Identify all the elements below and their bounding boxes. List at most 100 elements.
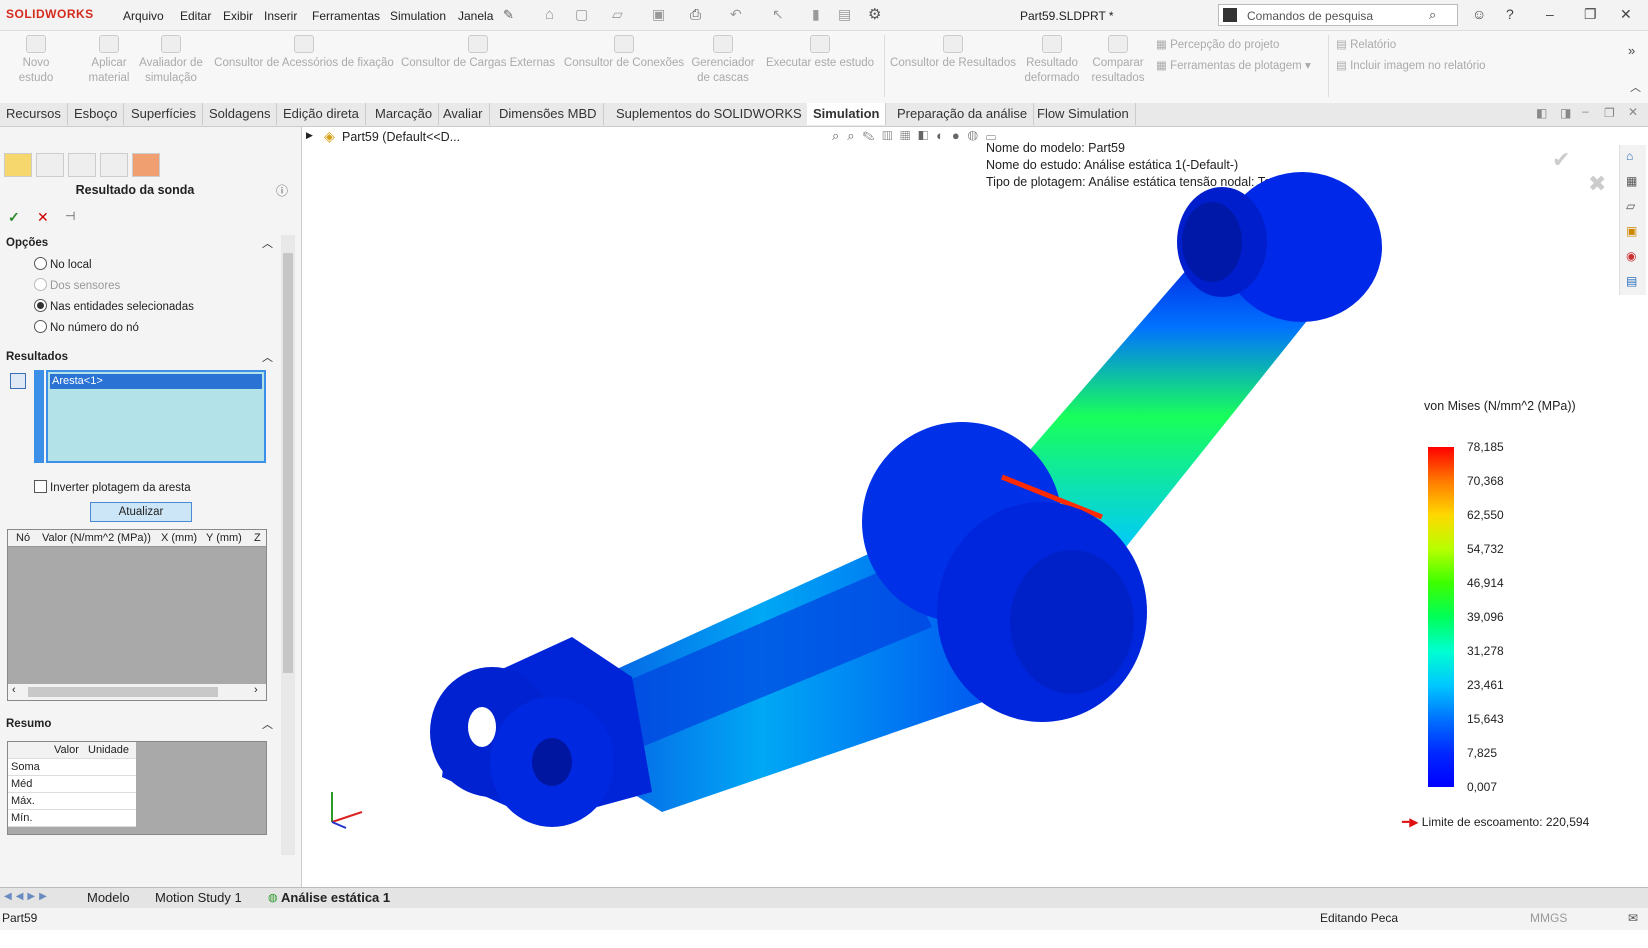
scroll-thumb[interactable]: [28, 687, 218, 697]
checkbox[interactable]: [34, 480, 47, 493]
collapse-chevron-icon[interactable]: ︿: [262, 716, 273, 732]
configuration-manager-tab-icon[interactable]: [68, 153, 96, 177]
view-palette-icon[interactable]: ▣: [1626, 224, 1637, 238]
tab-esboco[interactable]: Esboço: [68, 103, 125, 125]
open-icon[interactable]: ▱: [612, 6, 623, 23]
option-nas-entidades[interactable]: Nas entidades selecionadas: [34, 299, 194, 313]
save-icon[interactable]: ▣: [652, 6, 665, 23]
collapse-chevron-icon[interactable]: ︿: [262, 235, 273, 251]
include-image-button[interactable]: ▤ Incluir imagem no relatório: [1336, 58, 1486, 72]
run-study-button[interactable]: Executar este estudo: [760, 35, 880, 71]
shell-manager-button[interactable]: Gerenciador de cascas: [690, 35, 756, 86]
horizontal-scrollbar[interactable]: ‹ ›: [8, 684, 266, 700]
scroll-thumb[interactable]: [283, 253, 293, 673]
appearances-icon[interactable]: ◉: [1626, 249, 1636, 263]
cancel-x-icon[interactable]: ✖: [1588, 171, 1606, 197]
avaliador-simulacao-button[interactable]: Avaliador de simulação: [138, 35, 204, 86]
pin-icon[interactable]: ✎: [503, 7, 514, 23]
file-properties-icon[interactable]: ▤: [838, 6, 851, 23]
home-icon[interactable]: ⌂: [545, 6, 554, 23]
new-document-icon[interactable]: ▢: [575, 6, 588, 23]
selected-entity[interactable]: Aresta<1>: [50, 374, 262, 389]
connections-advisor-button[interactable]: Consultor de Conexões: [560, 35, 688, 71]
plot-tools-button[interactable]: ▦ Ferramentas de plotagem ▾: [1156, 58, 1311, 72]
radio-button[interactable]: [34, 257, 47, 270]
option-no-local[interactable]: No local: [34, 257, 92, 271]
vertical-scrollbar[interactable]: [281, 235, 295, 855]
menu-inserir[interactable]: Inserir: [264, 9, 297, 23]
aplicar-material-button[interactable]: Aplicar material: [82, 35, 136, 86]
radio-button[interactable]: [34, 320, 47, 333]
tab-dimensoes-mbd[interactable]: Dimensões MBD: [493, 103, 604, 125]
design-insight-button[interactable]: ▦ Percepção do projeto: [1156, 37, 1279, 51]
collapse-chevron-icon[interactable]: ︿: [1630, 79, 1641, 95]
design-library-icon[interactable]: ▦: [1626, 174, 1637, 188]
doc-restore-icon[interactable]: ❐: [1604, 106, 1615, 120]
tree-expand-icon[interactable]: ▶: [306, 130, 313, 141]
confirm-check-icon[interactable]: ✔: [1552, 147, 1570, 173]
select-icon[interactable]: ↖: [772, 6, 784, 23]
pane-collapse-icon[interactable]: ◧: [1536, 106, 1547, 120]
tab-avaliar[interactable]: Avaliar: [437, 103, 490, 125]
search-icon[interactable]: ⌕: [1429, 7, 1436, 23]
menu-editar[interactable]: Editar: [180, 9, 211, 23]
user-icon[interactable]: ☺: [1472, 6, 1486, 22]
custom-properties-icon[interactable]: ▤: [1626, 274, 1637, 288]
file-explorer-icon[interactable]: ▱: [1626, 199, 1635, 213]
tab-motion-study[interactable]: Motion Study 1: [155, 890, 242, 905]
menu-janela[interactable]: Janela: [458, 9, 493, 23]
tab-preparacao-analise[interactable]: Preparação da análise: [891, 103, 1035, 125]
compare-results-button[interactable]: Comparar resultados: [1086, 35, 1150, 86]
tab-superficies[interactable]: Superfícies: [125, 103, 204, 125]
options-gear-icon[interactable]: ⚙: [868, 5, 881, 23]
stress-plot-model[interactable]: [422, 172, 1422, 852]
results-advisor-button[interactable]: Consultor de Resultados: [888, 35, 1018, 71]
home-icon[interactable]: ⌂: [1626, 149, 1633, 163]
print-icon[interactable]: ⎙: [690, 6, 701, 23]
close-icon[interactable]: ✕: [1620, 6, 1632, 23]
tab-recursos[interactable]: Recursos: [0, 103, 68, 125]
fixtures-advisor-button[interactable]: Consultor de Acessórios de fixação: [212, 35, 396, 71]
cancel-x-icon[interactable]: ✕: [37, 209, 49, 226]
tab-nav-arrows-icon[interactable]: ◀◀▶▶: [4, 891, 51, 902]
tab-marcacao[interactable]: Marcação: [369, 103, 440, 125]
tab-simulation[interactable]: Simulation: [807, 103, 887, 125]
pane-expand-icon[interactable]: ◨: [1560, 106, 1571, 120]
tab-flow-simulation[interactable]: Flow Simulation: [1031, 103, 1136, 125]
undo-icon[interactable]: ↶: [730, 6, 742, 23]
invert-edge-plot-checkbox[interactable]: Inverter plotagem da aresta: [34, 480, 191, 494]
feature-tree-tab-icon[interactable]: [4, 153, 32, 177]
help-icon[interactable]: ⓘ: [276, 182, 288, 199]
help-icon[interactable]: ?: [1506, 6, 1514, 22]
menu-arquivo[interactable]: Arquivo: [123, 9, 164, 23]
tab-edicao-direta[interactable]: Edição direta: [277, 103, 366, 125]
report-button[interactable]: ▤ Relatório: [1336, 37, 1396, 51]
menu-simulation[interactable]: Simulation: [390, 9, 446, 23]
property-manager-tab-icon[interactable]: [36, 153, 64, 177]
scroll-right-icon[interactable]: ›: [254, 684, 258, 696]
minimize-icon[interactable]: –: [1546, 6, 1554, 22]
tab-suplementos[interactable]: Suplementos do SOLIDWORKS: [610, 103, 809, 125]
doc-close-icon[interactable]: ✕: [1628, 105, 1638, 119]
tab-analise-estatica[interactable]: Análise estática 1: [281, 890, 390, 905]
menu-exibir[interactable]: Exibir: [223, 9, 253, 23]
tab-modelo[interactable]: Modelo: [87, 890, 130, 905]
doc-minimize-icon[interactable]: –: [1582, 104, 1589, 118]
scroll-left-icon[interactable]: ‹: [12, 684, 16, 696]
radio-button-selected[interactable]: [34, 299, 47, 312]
graphics-area[interactable]: ▶ ◈ Part59 (Default<<D... ⌕⌕✎▥▦◧◐●◍▭ Nom…: [302, 127, 1648, 887]
tab-soldagens[interactable]: Soldagens: [203, 103, 278, 125]
external-loads-button[interactable]: Consultor de Cargas Externas: [398, 35, 558, 71]
collapse-chevron-icon[interactable]: ︿: [262, 349, 273, 365]
novo-estudo-button[interactable]: Novo estudo: [6, 35, 66, 86]
display-manager-tab-icon[interactable]: [132, 153, 160, 177]
option-no-numero-no[interactable]: No número do nó: [34, 320, 139, 334]
menu-ferramentas[interactable]: Ferramentas: [312, 9, 380, 23]
status-units[interactable]: MMGS: [1530, 911, 1567, 925]
deformed-result-button[interactable]: Resultado deformado: [1022, 35, 1082, 86]
restore-icon[interactable]: ❐: [1584, 6, 1597, 23]
rebuild-icon[interactable]: ▮: [812, 6, 820, 23]
pushpin-icon[interactable]: ⊣: [65, 209, 75, 223]
notification-icon[interactable]: ✉: [1628, 911, 1638, 925]
expand-chevron-icon[interactable]: »: [1628, 43, 1635, 58]
